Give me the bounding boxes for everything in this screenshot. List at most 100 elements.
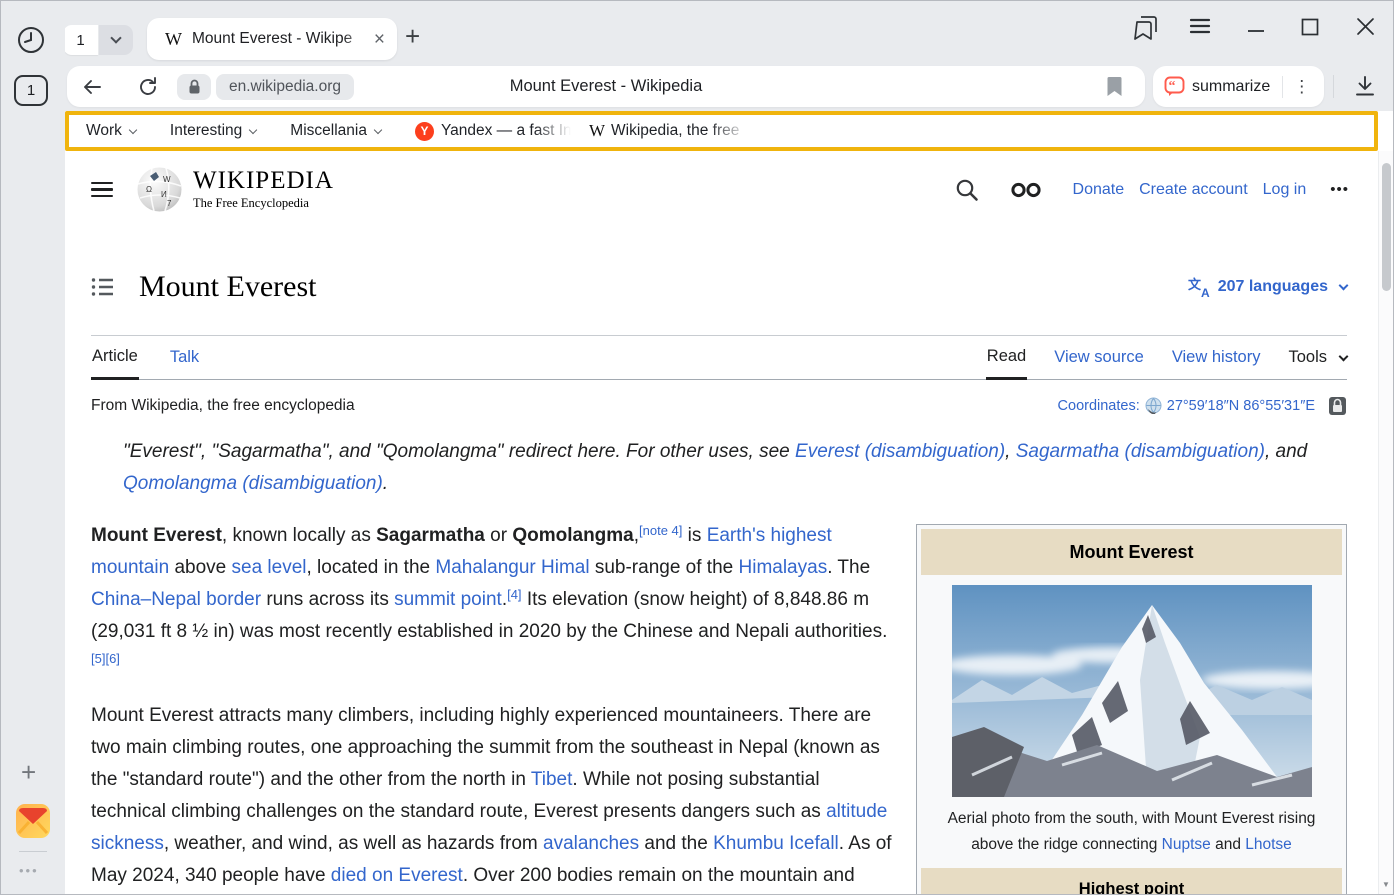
- plain-text: sub-range of the: [590, 557, 739, 578]
- tab-tools[interactable]: Tools: [1287, 336, 1347, 379]
- yandex-mail-icon[interactable]: [15, 803, 51, 839]
- side-panels-icon[interactable]: [1133, 14, 1159, 42]
- personal-tools-ellipsis[interactable]: •••: [1330, 181, 1349, 198]
- coordinates-group: Coordinates: 27°59′18″N 86°55′31″E: [1058, 395, 1347, 416]
- tab-counter-group[interactable]: 1: [63, 25, 133, 55]
- tab-view-history[interactable]: View history: [1171, 336, 1262, 379]
- page-protection-lock-icon: [1328, 395, 1347, 416]
- history-clock-icon[interactable]: [16, 25, 46, 55]
- bookmark-folder-miscellania[interactable]: Miscellania: [290, 122, 381, 140]
- reference-link[interactable]: [6]: [105, 651, 119, 666]
- bookmark-label: Yandex — a fast In: [441, 122, 571, 140]
- translate-icon: 文 A: [1188, 276, 1212, 298]
- toc-list-icon[interactable]: [91, 277, 114, 297]
- inline-link[interactable]: Mahalangur Himal: [435, 557, 589, 578]
- inline-link[interactable]: Tibet: [531, 769, 573, 790]
- wikipedia-favicon: W: [165, 29, 182, 50]
- plain-text: and the: [639, 833, 713, 854]
- yandex-favicon: Y: [415, 122, 434, 141]
- inline-link[interactable]: Lhotse: [1245, 836, 1292, 853]
- svg-text:Ω: Ω: [146, 185, 152, 194]
- back-icon[interactable]: [81, 76, 103, 98]
- plain-text: runs across its: [261, 589, 394, 610]
- bookmark-folder-label: Work: [86, 122, 122, 140]
- reload-icon[interactable]: [136, 75, 160, 99]
- main-menu-icon[interactable]: [91, 178, 113, 202]
- reference-link[interactable]: [4]: [507, 587, 521, 602]
- languages-button[interactable]: 文 A 207 languages: [1188, 276, 1347, 298]
- close-button[interactable]: [1356, 17, 1375, 36]
- inline-link[interactable]: died on Everest: [331, 865, 463, 886]
- sidebar-divider: [19, 851, 47, 852]
- reference-link[interactable]: [note 4]: [639, 523, 682, 538]
- minimize-button[interactable]: [1247, 28, 1265, 34]
- bookmark-yandex[interactable]: Y Yandex — a fast In: [415, 122, 589, 141]
- wikipedia-logo[interactable]: Ω W И 7 WIKIPEDIA The Free Encyclopedia: [136, 166, 334, 213]
- inline-link[interactable]: Qomolangma (disambiguation): [123, 473, 383, 494]
- url-domain-chip[interactable]: en.wikipedia.org: [216, 74, 354, 100]
- chevron-down-icon: [374, 125, 382, 133]
- infobox-section-highest-point: Highest point: [921, 868, 1342, 894]
- coordinates-label[interactable]: Coordinates:: [1058, 398, 1140, 414]
- downloads-icon[interactable]: [1353, 75, 1377, 98]
- inline-link[interactable]: sea level: [232, 557, 307, 578]
- inline-link[interactable]: China–Nepal border: [91, 589, 261, 610]
- summarize-button[interactable]: “ summarize ⋮: [1153, 66, 1324, 107]
- glasses-oo-icon[interactable]: [1011, 182, 1041, 198]
- inline-link[interactable]: summit point: [394, 589, 502, 610]
- bold-text: Sagarmatha: [376, 525, 485, 546]
- chevron-down-icon: [110, 32, 121, 43]
- plain-text: .: [383, 473, 388, 494]
- svg-text:W: W: [163, 175, 171, 184]
- article-tabs-row: Article Talk Read View source View histo…: [91, 336, 1347, 380]
- bookmark-flag-icon[interactable]: [1106, 76, 1123, 97]
- summarize-quote-icon: “: [1164, 76, 1185, 97]
- browser-menu-icon[interactable]: [1189, 17, 1211, 35]
- workspace-tab-count-badge[interactable]: 1: [14, 75, 48, 106]
- plain-text: is: [682, 525, 706, 546]
- inline-link[interactable]: Nuptse: [1162, 836, 1211, 853]
- sidebar-add-button[interactable]: +: [21, 759, 36, 785]
- address-bar[interactable]: en.wikipedia.org Mount Everest - Wikiped…: [67, 66, 1145, 107]
- inline-link[interactable]: Sagarmatha (disambiguation): [1016, 441, 1265, 462]
- web-content: Ω W И 7 WIKIPEDIA The Free Encyclopedia: [65, 151, 1393, 894]
- page-scrollbar[interactable]: ▼: [1378, 151, 1393, 894]
- search-icon[interactable]: [955, 178, 979, 202]
- tab-article[interactable]: Article: [91, 336, 139, 380]
- inline-link[interactable]: Himalayas: [739, 557, 828, 578]
- bookmark-folder-interesting[interactable]: Interesting: [170, 122, 256, 140]
- bold-text: Qomolangma: [512, 525, 633, 546]
- tab-read[interactable]: Read: [986, 336, 1027, 380]
- coordinates-value[interactable]: 27°59′18″N 86°55′31″E: [1167, 398, 1315, 414]
- tab-talk[interactable]: Talk: [169, 336, 200, 379]
- infobox-caption: Aerial photo from the south, with Mount …: [921, 797, 1342, 868]
- bookmark-folder-label: Miscellania: [290, 122, 367, 140]
- inline-link[interactable]: Khumbu Icefall: [713, 833, 839, 854]
- create-account-link[interactable]: Create account: [1139, 181, 1248, 199]
- sidebar-more-button[interactable]: •••: [19, 863, 39, 878]
- scrollbar-down-arrow[interactable]: ▼: [1379, 880, 1393, 889]
- maximize-button[interactable]: [1301, 18, 1319, 36]
- log-in-link[interactable]: Log in: [1263, 181, 1307, 199]
- kebab-menu-icon[interactable]: ⋮: [1293, 77, 1310, 97]
- tab-view-source[interactable]: View source: [1053, 336, 1145, 379]
- site-security-chip[interactable]: [177, 74, 211, 100]
- tab-list-dropdown[interactable]: [99, 25, 133, 55]
- pill-divider: [1282, 76, 1283, 98]
- hatnote: "Everest", "Sagarmatha", and "Qomolangma…: [123, 436, 1347, 500]
- bookmark-folder-work[interactable]: Work: [86, 122, 136, 140]
- browser-side-rail: 1 + •••: [1, 1, 65, 894]
- inline-link[interactable]: Everest (disambiguation): [795, 441, 1005, 462]
- plain-text: , located in the: [307, 557, 436, 578]
- new-tab-button[interactable]: +: [405, 23, 420, 49]
- donate-link[interactable]: Donate: [1073, 181, 1125, 199]
- active-tab[interactable]: W Mount Everest - Wikipe ×: [147, 18, 397, 60]
- tab-close-icon[interactable]: ×: [374, 30, 385, 49]
- bookmark-wikipedia[interactable]: W Wikipedia, the free: [589, 121, 748, 141]
- tab-counter[interactable]: 1: [63, 25, 98, 55]
- reference-link[interactable]: [5]: [91, 651, 105, 666]
- inline-link[interactable]: avalanches: [543, 833, 639, 854]
- chevron-down-icon: [249, 125, 257, 133]
- everest-photo[interactable]: [952, 585, 1312, 797]
- scrollbar-thumb[interactable]: [1382, 163, 1391, 291]
